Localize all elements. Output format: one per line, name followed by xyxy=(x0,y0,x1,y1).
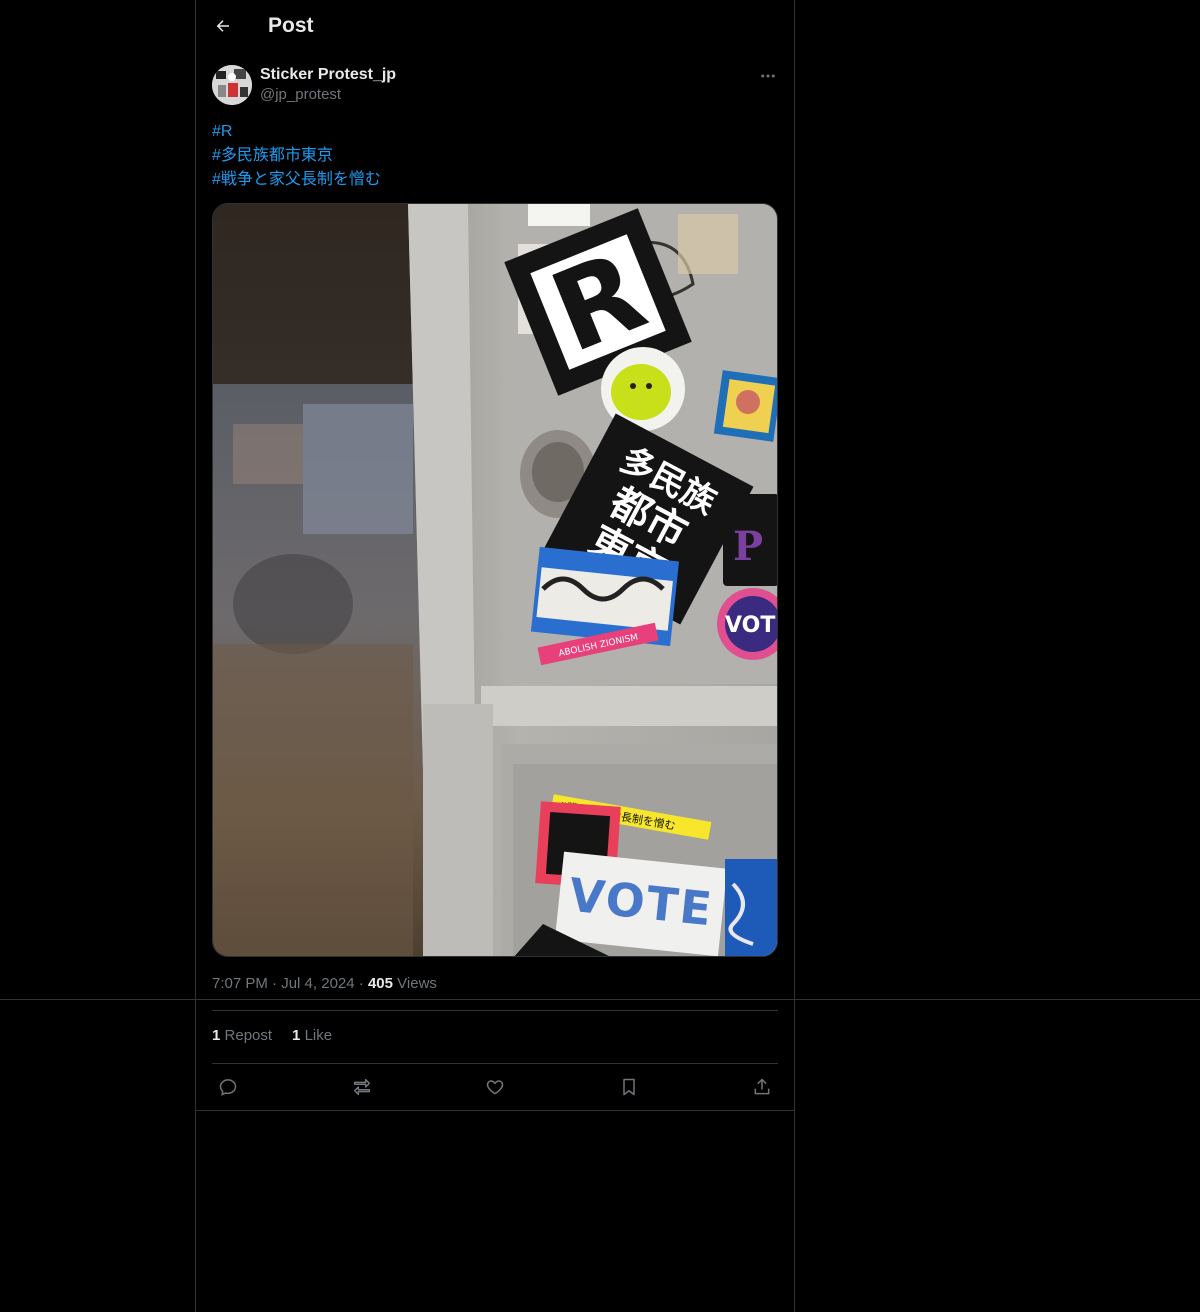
sticker-photo: R 多民族 都市 東京 P ABOL xyxy=(213,204,777,956)
hashtag-link[interactable]: #多民族都市東京 xyxy=(212,144,381,168)
hashtag-link[interactable]: #R xyxy=(212,120,381,144)
display-name[interactable]: Sticker Protest_jp xyxy=(260,64,396,85)
post-author[interactable]: Sticker Protest_jp @jp_protest xyxy=(212,64,396,105)
post-date[interactable]: Jul 4, 2024 xyxy=(281,975,354,992)
avatar[interactable] xyxy=(212,64,252,105)
stats-divider-top xyxy=(212,1010,778,1011)
meta-separator: · xyxy=(358,975,368,992)
views-count: 405 xyxy=(367,975,393,992)
page-title: Post xyxy=(268,14,314,37)
header: Post xyxy=(196,0,794,53)
share-icon xyxy=(754,1078,770,1095)
post-photo[interactable]: R 多民族 都市 東京 P ABOL xyxy=(212,203,778,957)
actions-divider xyxy=(196,1110,794,1111)
bookmark-icon xyxy=(622,1078,635,1096)
more-button[interactable] xyxy=(756,64,780,88)
repost-button[interactable] xyxy=(346,1074,378,1100)
reply-icon xyxy=(219,1079,237,1096)
back-arrow-icon xyxy=(216,20,229,32)
likes-stat[interactable]: 1 Like xyxy=(292,1027,332,1044)
author-names: Sticker Protest_jp @jp_protest xyxy=(260,64,396,105)
like-button[interactable] xyxy=(479,1074,511,1100)
sticker-vote-round-text: VOT xyxy=(725,613,775,638)
post-time[interactable]: 7:07 PM xyxy=(212,975,268,992)
action-bar xyxy=(212,1074,778,1100)
reposts-label: Repost xyxy=(224,1027,273,1044)
like-icon xyxy=(486,1080,504,1095)
post-meta: 7:07 PM · Jul 4, 2024 · 405 Views xyxy=(212,975,437,992)
share-button[interactable] xyxy=(746,1074,778,1100)
likes-count: 1 xyxy=(292,1027,301,1044)
tweet-text: #R #多民族都市東京 #戦争と家父長制を憎む xyxy=(212,120,381,192)
main-column: Post Sticker Protest_jp @jp_protest #R #… xyxy=(195,0,795,1312)
views-label: Views xyxy=(397,975,437,992)
reposts-count: 1 xyxy=(212,1027,221,1044)
bookmark-button[interactable] xyxy=(613,1074,645,1100)
hashtag-link[interactable]: #戦争と家父長制を憎む xyxy=(212,168,381,192)
stats-divider-bottom xyxy=(212,1063,778,1064)
reposts-stat[interactable]: 1 Repost xyxy=(212,1027,272,1044)
reply-button[interactable] xyxy=(212,1074,244,1100)
handle[interactable]: @jp_protest xyxy=(260,85,396,105)
repost-icon xyxy=(353,1078,370,1096)
likes-label: Like xyxy=(304,1027,333,1044)
back-button[interactable] xyxy=(208,11,238,41)
post-stats: 1 Repost 1 Like xyxy=(212,1027,332,1044)
meta-separator: · xyxy=(272,975,282,992)
more-icon xyxy=(761,74,775,78)
svg-text:P: P xyxy=(733,523,763,570)
